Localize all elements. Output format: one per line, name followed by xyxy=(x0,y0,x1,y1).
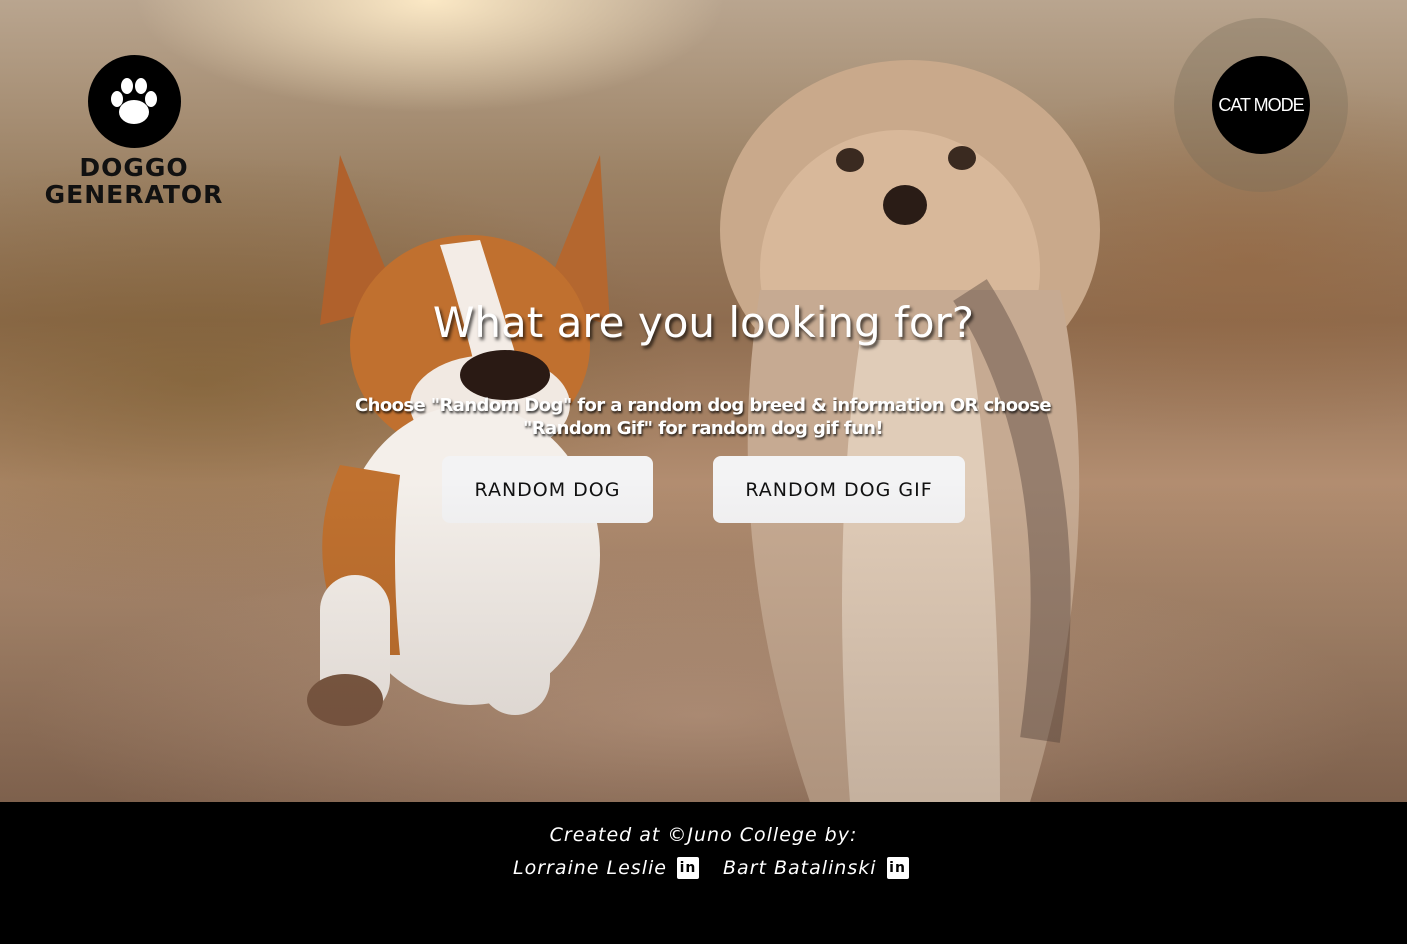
author-name: Bart Batalinski xyxy=(723,857,877,879)
author-name: Lorraine Leslie xyxy=(513,857,667,879)
logo-line2: GENERATOR xyxy=(44,180,224,209)
random-dog-gif-button[interactable]: RANDOM DOG GIF xyxy=(713,456,965,523)
corgi-image xyxy=(307,155,610,726)
footer: Created at ©Juno College by: Lorraine Le… xyxy=(0,802,1407,944)
cat-mode-halo: CAT MODE xyxy=(1174,18,1348,192)
author-bart: Bart Batalinski in xyxy=(723,857,909,879)
page-subheading: Choose "Random Dog" for a random dog bre… xyxy=(355,395,1052,439)
cat-mode-button[interactable]: CAT MODE xyxy=(1212,56,1310,154)
dirt-path xyxy=(0,500,1407,802)
logo-text: DOGGO GENERATOR xyxy=(44,154,224,208)
logo[interactable]: DOGGO GENERATOR xyxy=(44,55,224,208)
footer-credit: Created at ©Juno College by: xyxy=(549,824,858,846)
random-dog-button[interactable]: RANDOM DOG xyxy=(442,456,653,523)
hero-background: DOGGO GENERATOR CAT MODE What are you lo… xyxy=(0,0,1407,802)
yorkie-image xyxy=(720,60,1100,802)
logo-line1: DOGGO xyxy=(79,153,189,182)
paw-icon xyxy=(87,55,181,148)
author-lorraine: Lorraine Leslie in xyxy=(513,857,699,879)
page-heading: What are you looking for? xyxy=(432,298,975,347)
linkedin-icon[interactable]: in xyxy=(886,857,909,879)
linkedin-icon[interactable]: in xyxy=(676,857,699,879)
